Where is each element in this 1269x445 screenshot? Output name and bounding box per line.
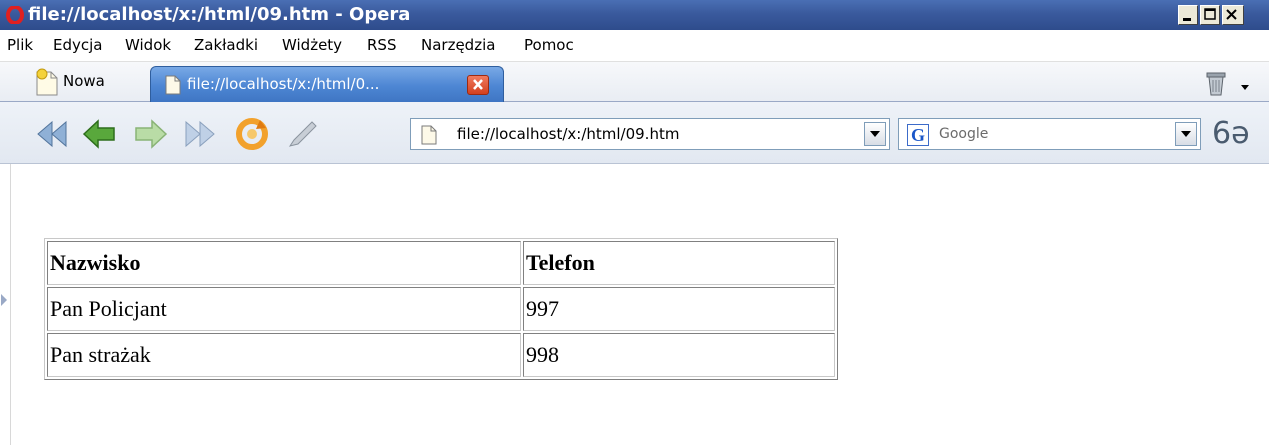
menu-widok[interactable]: Widok [125, 36, 171, 54]
menu-narzedzia[interactable]: Narzędzia [421, 36, 495, 54]
page-icon [165, 75, 181, 99]
fast-forward-button[interactable] [180, 114, 220, 154]
search-box[interactable]: G Google [898, 118, 1201, 150]
menu-plik[interactable]: Plik [7, 36, 33, 54]
reload-button[interactable] [232, 114, 272, 154]
back-button[interactable] [80, 114, 120, 154]
navigation-toolbar: file://localhost/x:/html/09.htm G Google… [0, 102, 1269, 164]
tab-bar: Nowa file://localhost/x:/html/0... [0, 62, 1269, 102]
google-icon[interactable]: G [907, 124, 929, 146]
edit-pencil-icon[interactable] [282, 114, 322, 154]
column-header-telefon: Telefon [523, 241, 835, 285]
trash-icon[interactable] [1205, 70, 1227, 100]
search-dropdown-button[interactable] [1175, 122, 1197, 146]
table-row: Pan strażak 998 [47, 333, 835, 377]
table-header-row: Nazwisko Telefon [47, 241, 835, 285]
tab-active-page[interactable]: file://localhost/x:/html/0... [150, 66, 504, 102]
menu-edycja[interactable]: Edycja [53, 36, 102, 54]
page-content: Nazwisko Telefon Pan Policjant 997 Pan s… [0, 164, 1269, 445]
close-window-button[interactable] [1222, 5, 1244, 25]
new-page-icon [35, 68, 59, 100]
menu-widzety[interactable]: Widżety [282, 36, 342, 54]
search-input[interactable]: Google [939, 126, 988, 142]
window-title: file://localhost/x:/html/09.htm - Opera [28, 4, 411, 25]
menu-pomoc[interactable]: Pomoc [524, 36, 574, 54]
trash-dropdown-icon[interactable] [1240, 76, 1250, 95]
title-bar[interactable]: file://localhost/x:/html/09.htm - Opera [0, 0, 1269, 30]
address-input[interactable]: file://localhost/x:/html/09.htm [457, 125, 679, 143]
maximize-button[interactable] [1200, 5, 1220, 25]
menu-bar: Plik Edycja Widok Zakładki Widżety RSS N… [0, 30, 1269, 62]
menu-zakladki[interactable]: Zakładki [194, 36, 258, 54]
address-dropdown-button[interactable] [864, 122, 886, 146]
rewind-button[interactable] [32, 114, 72, 154]
column-header-nazwisko: Nazwisko [47, 241, 521, 285]
panel-toggle-icon[interactable] [0, 292, 8, 311]
table-cell: Pan Policjant [47, 287, 521, 331]
menu-rss[interactable]: RSS [367, 36, 396, 54]
opera-logo-icon [6, 5, 24, 25]
page-icon [421, 125, 437, 149]
address-bar[interactable]: file://localhost/x:/html/09.htm [410, 118, 890, 150]
panel-divider [10, 164, 11, 445]
contacts-table: Nazwisko Telefon Pan Policjant 997 Pan s… [44, 238, 838, 380]
forward-button[interactable] [130, 114, 170, 154]
browser-window: file://localhost/x:/html/09.htm - Opera … [0, 0, 1269, 445]
close-tab-icon[interactable] [467, 75, 489, 95]
new-tab-label: Nowa [63, 72, 105, 90]
table-cell: 998 [523, 333, 835, 377]
glasses-icon[interactable]: 6ә [1212, 116, 1250, 151]
minimize-button[interactable] [1178, 5, 1198, 25]
active-tab-label: file://localhost/x:/html/0... [187, 75, 380, 93]
table-row: Pan Policjant 997 [47, 287, 835, 331]
table-cell: Pan strażak [47, 333, 521, 377]
table-cell: 997 [523, 287, 835, 331]
